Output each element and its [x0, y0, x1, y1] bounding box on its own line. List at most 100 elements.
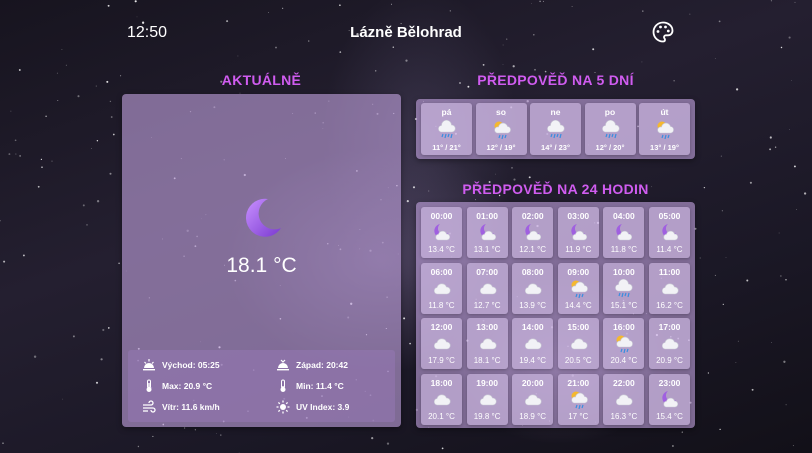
hour-time: 11:00: [658, 266, 681, 277]
cloud-icon: [434, 394, 451, 405]
hour-time: 18:00: [430, 377, 453, 388]
sunrise-text: Východ: 05:25: [162, 360, 220, 370]
day-temp-range: 11° / 21°: [432, 143, 461, 152]
hour-time: 01:00: [476, 211, 498, 221]
hour-temp: 18.1 °C: [473, 356, 501, 365]
forecast-hour: 07:00 12.7 °C: [466, 262, 508, 314]
moon-cloud-icon: [571, 224, 587, 241]
cloud-icon: [525, 338, 542, 350]
min-text: Min: 11.4 °C: [296, 381, 344, 391]
cloud-icon: [479, 394, 497, 405]
forecast-hour: 10:00 15.1 °C: [603, 262, 645, 314]
cloud-icon: [434, 338, 451, 350]
forecast-hour: 22:00 16.3 °C: [603, 373, 645, 425]
day-name: po: [604, 107, 616, 117]
uv-row: UV Index: 3.9: [276, 400, 349, 414]
hour-temp: 18.9 °C: [519, 411, 547, 421]
moon-cloud-icon: [434, 224, 451, 241]
cloud-rain-icon: [438, 119, 456, 139]
wind-text: Vítr: 11.6 km/h: [162, 402, 220, 412]
forecast5-title: PŘEDPOVĚĎ NA 5 DNÍ: [477, 72, 634, 88]
sunrise-row: Východ: 05:25: [142, 358, 220, 372]
sun-icon: [276, 400, 290, 414]
palette-icon[interactable]: [651, 20, 675, 44]
hour-temp: 17.9 °C: [428, 356, 455, 365]
cloud-rain-icon: [547, 119, 565, 139]
sun-cloud-rain-icon: [657, 121, 674, 140]
day-temp-range: 12° / 20°: [595, 143, 625, 152]
hour-time: 10:00: [613, 266, 635, 277]
forecast-hour: 05:00 11.4 °C: [649, 207, 690, 258]
forecast-hour: 16:00 20.4 °C: [603, 318, 645, 369]
forecast-day: so 12° / 19°: [475, 103, 527, 155]
wind-icon: [143, 400, 156, 413]
hour-temp: 16.2 °C: [656, 300, 683, 310]
min-row: Min: 11.4 °C: [276, 379, 344, 393]
hour-temp: 20.9 °C: [656, 356, 683, 365]
cloud-icon: [479, 283, 497, 294]
hour-time: 06:00: [430, 266, 453, 277]
forecast-hour: 06:00 11.8 °C: [421, 262, 462, 314]
hour-time: 20:00: [521, 377, 544, 388]
hour-time: 03:00: [567, 211, 590, 221]
hour-temp: 15.1 °C: [610, 300, 638, 310]
forecast-5-days: pá 11° / 21° so 12° / 19° ne 14° / 23° po 12° /…: [416, 99, 695, 159]
forecast-day: pá 11° / 21°: [421, 103, 472, 155]
forecast-day: út 13° / 19°: [639, 103, 690, 155]
cloud-icon: [662, 283, 679, 294]
hour-time: 23:00: [658, 377, 681, 388]
thermometer-icon: [280, 379, 286, 392]
hour-temp: 13.9 °C: [519, 300, 547, 310]
hour-time: 07:00: [476, 266, 498, 277]
current-weather-card: 18.1 °C Východ: 05:25 Západ: 20:42 Max: …: [122, 94, 401, 427]
forecast-24-hours: 00:00 13.4 °C 01:00 13.1 °C 02:00 12.1 °C 03:0…: [416, 202, 695, 428]
sun-cloud-rain-icon: [616, 335, 634, 354]
cloud-icon: [525, 394, 542, 405]
hour-temp: 11.8 °C: [610, 245, 637, 254]
forecast-hour: 01:00 13.1 °C: [466, 207, 508, 258]
hour-time: 14:00: [521, 322, 544, 332]
hour-time: 22:00: [613, 377, 635, 388]
forecast-hour: 13:00 18.1 °C: [466, 318, 508, 369]
uv-text: UV Index: 3.9: [296, 402, 350, 412]
forecast-day: po 12° / 20°: [584, 103, 636, 155]
moon-cloud-icon: [662, 390, 679, 407]
day-name: pá: [441, 107, 452, 117]
sunset-icon: [277, 359, 289, 371]
moon-cloud-icon: [616, 224, 633, 241]
sunset-row: Západ: 20:42: [276, 358, 348, 372]
forecast-hour: 03:00 11.9 °C: [557, 207, 599, 258]
city-name: Lázně Bělohrad: [350, 24, 462, 41]
current-title: AKTUÁLNĚ: [221, 72, 302, 88]
forecast-day: ne 14° / 23°: [530, 103, 581, 155]
hour-temp: 11.8 °C: [428, 300, 455, 310]
moon-cloud-icon: [479, 224, 496, 241]
max-text: Max: 20.9 °C: [162, 381, 213, 391]
hour-temp: 13.4 °C: [428, 245, 455, 254]
hour-temp: 20.4 °C: [610, 356, 638, 365]
day-temp-range: 12° / 19°: [486, 143, 516, 152]
wind-row: Vítr: 11.6 km/h: [142, 400, 220, 414]
forecast-hour: 17:00 20.9 °C: [649, 318, 690, 369]
hour-time: 09:00: [567, 266, 590, 277]
hour-temp: 15.4 °C: [656, 411, 683, 421]
moon-cloud-icon: [662, 224, 679, 241]
forecast-hour: 18:00 20.1 °C: [421, 373, 462, 425]
hour-temp: 11.4 °C: [656, 245, 683, 254]
cloud-icon: [434, 283, 451, 294]
thermometer-icon: [146, 379, 152, 392]
moon-cloud-icon: [525, 224, 542, 241]
hour-time: 15:00: [567, 322, 590, 332]
cloud-icon: [479, 338, 497, 350]
cloud-icon: [570, 338, 588, 350]
forecast-hour: 04:00 11.8 °C: [603, 207, 645, 258]
sun-cloud-rain-icon: [493, 121, 511, 140]
cloud-rain-icon: [601, 119, 620, 139]
hour-temp: 12.1 °C: [519, 245, 547, 254]
forecast-hour: 12:00 17.9 °C: [421, 318, 462, 369]
hour-time: 00:00: [430, 211, 453, 221]
hour-temp: 19.8 °C: [473, 411, 501, 421]
forecast-hour: 14:00 19.4 °C: [512, 318, 554, 369]
hour-time: 13:00: [476, 322, 498, 332]
hour-temp: 20.1 °C: [428, 411, 455, 421]
